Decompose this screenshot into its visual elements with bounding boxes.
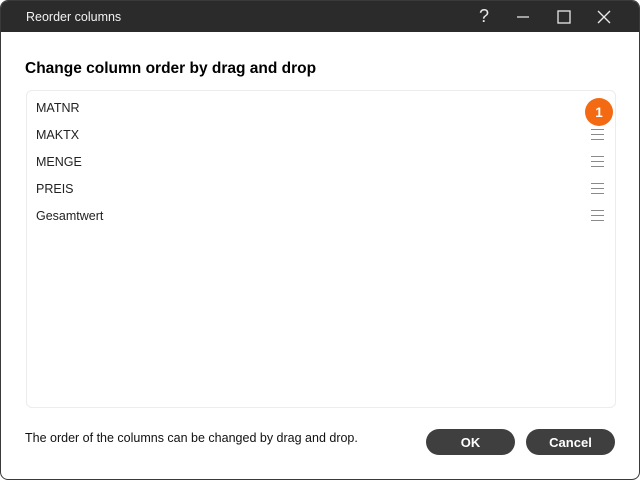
- column-label: PREIS: [36, 182, 74, 196]
- minimize-button[interactable]: [503, 1, 543, 32]
- drag-handle-icon[interactable]: [591, 129, 604, 140]
- column-row-menge[interactable]: MENGE: [27, 148, 615, 175]
- maximize-icon: [557, 9, 571, 24]
- close-icon: [597, 10, 611, 23]
- column-row-preis[interactable]: PREIS: [27, 175, 615, 202]
- ok-button[interactable]: OK: [426, 429, 515, 455]
- column-row-maktx[interactable]: MAKTX: [27, 121, 615, 148]
- drag-handle-icon[interactable]: [591, 183, 604, 194]
- column-label: MENGE: [36, 155, 82, 169]
- reorder-columns-dialog: Reorder columns ? Change column order by…: [0, 0, 640, 480]
- help-button[interactable]: ?: [464, 1, 504, 32]
- column-label: MAKTX: [36, 128, 80, 142]
- help-icon: ?: [478, 6, 489, 26]
- window-title: Reorder columns: [26, 10, 122, 24]
- column-list: MATNR 1 MAKTX MENGE PREIS Gesamtwert: [26, 90, 616, 408]
- close-button[interactable]: [584, 1, 624, 32]
- drag-drop-hint: The order of the columns can be changed …: [25, 431, 358, 445]
- column-row-gesamtwert[interactable]: Gesamtwert: [27, 202, 615, 229]
- column-label: MATNR: [36, 101, 80, 115]
- minimize-icon: [517, 15, 529, 18]
- column-row-matnr[interactable]: MATNR 1: [27, 94, 615, 126]
- drag-handle-icon[interactable]: [591, 156, 604, 167]
- cancel-button[interactable]: Cancel: [526, 429, 615, 455]
- drag-handle-icon[interactable]: [591, 210, 604, 221]
- column-label: Gesamtwert: [36, 209, 104, 223]
- title-bar: Reorder columns ?: [1, 1, 639, 32]
- maximize-button[interactable]: [544, 1, 584, 32]
- dialog-heading: Change column order by drag and drop: [25, 60, 317, 77]
